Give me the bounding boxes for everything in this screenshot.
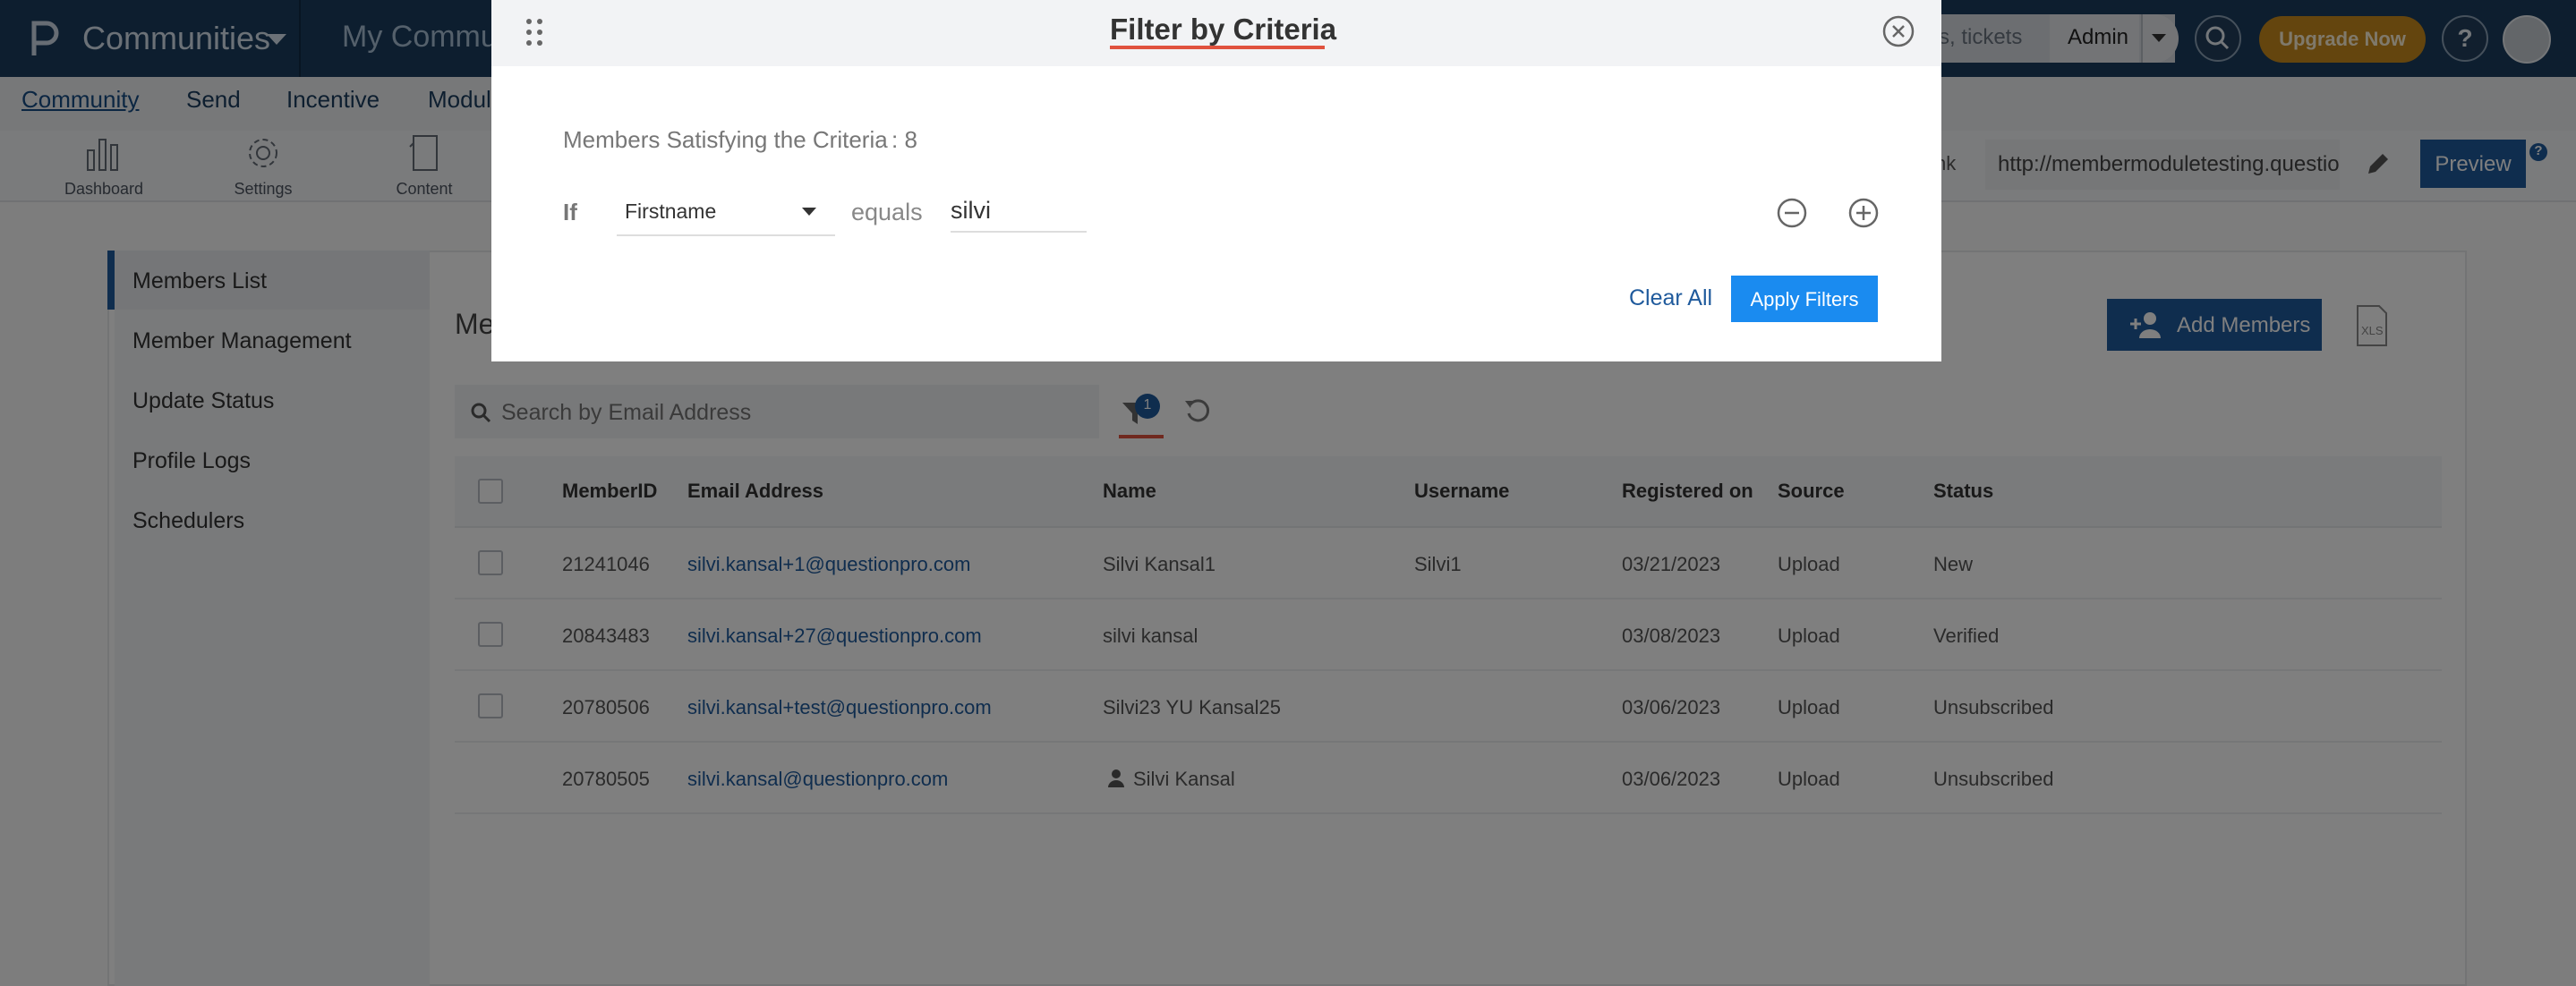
title-underline: [1110, 46, 1325, 49]
condition-if-label: If: [563, 199, 577, 225]
caret-down-icon: [802, 208, 816, 216]
operator-label: equals: [851, 199, 923, 225]
remove-condition-icon[interactable]: [1776, 197, 1808, 229]
apply-filters-button[interactable]: Apply Filters: [1731, 276, 1878, 322]
clear-all-button[interactable]: Clear All: [1629, 285, 1712, 311]
modal-title: Filter by Criteria: [1110, 13, 1337, 46]
add-condition-icon[interactable]: [1847, 197, 1880, 229]
drag-handle-icon[interactable]: [523, 16, 546, 48]
criteria-count: : 8: [891, 126, 917, 153]
criteria-value-input[interactable]: [951, 190, 1087, 233]
field-select-value: Firstname: [625, 200, 717, 223]
criteria-label: Members Satisfying the Criteria: [563, 126, 888, 153]
close-icon[interactable]: [1881, 14, 1915, 48]
